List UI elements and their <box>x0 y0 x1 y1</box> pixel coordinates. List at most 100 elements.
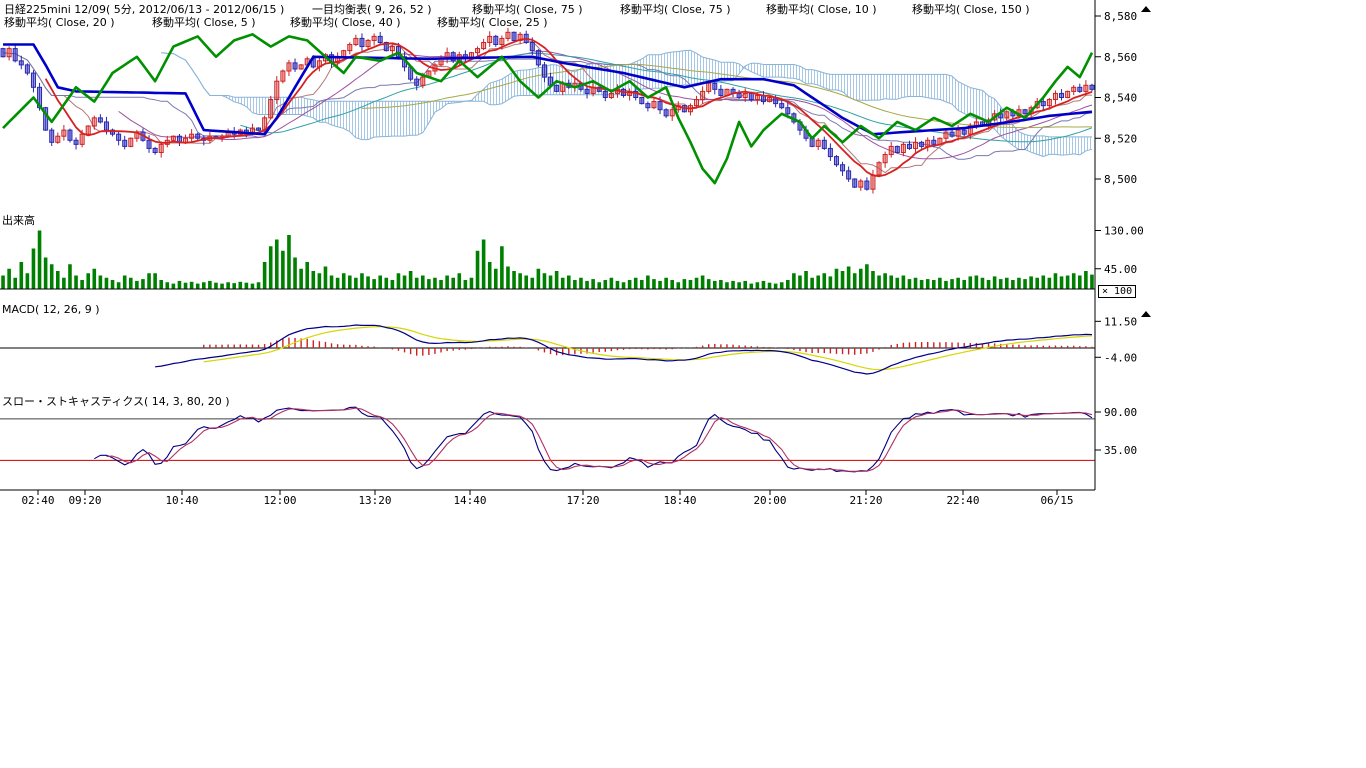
candle-body <box>914 142 918 148</box>
candle-body <box>7 49 11 57</box>
volume-bar <box>749 284 753 289</box>
ma-red-line <box>46 39 1092 176</box>
time-axis-label: 10:40 <box>165 494 198 507</box>
candle-body <box>847 171 851 179</box>
time-axis-label: 17:20 <box>566 494 599 507</box>
candle-body <box>56 136 60 142</box>
axis-scroll-up-icon[interactable] <box>1141 311 1151 317</box>
time-axis-label: 18:40 <box>663 494 696 507</box>
volume-bar <box>372 279 376 289</box>
volume-bar <box>360 273 364 289</box>
volume-bar <box>579 278 583 289</box>
volume-bar <box>354 278 358 289</box>
volume-bar <box>1 276 5 290</box>
volume-bar <box>172 284 176 289</box>
volume-bar <box>445 276 449 290</box>
chart-canvas[interactable]: 8,5808,5608,5408,5208,500130.0045.0011.5… <box>0 0 1366 768</box>
volume-bar <box>1078 276 1082 290</box>
volume-bar <box>883 273 887 289</box>
volume-bar <box>640 280 644 289</box>
volume-bar <box>68 264 72 289</box>
volume-bar <box>397 273 401 289</box>
volume-bar <box>1035 278 1039 289</box>
volume-bar <box>80 280 84 289</box>
volume-axis-label: 45.00 <box>1104 263 1137 276</box>
candle-body <box>707 83 711 91</box>
volume-bar <box>439 280 443 289</box>
volume-bar <box>305 262 309 289</box>
volume-bar <box>56 271 60 289</box>
candle-body <box>68 130 72 140</box>
volume-bar <box>464 280 468 289</box>
volume-bar <box>944 281 948 289</box>
candle-body <box>50 130 54 142</box>
price-axis-label: 8,540 <box>1104 92 1137 105</box>
volume-panel <box>0 231 1095 290</box>
volume-bar <box>105 278 109 289</box>
volume-bar <box>573 280 577 289</box>
candle-body <box>828 148 832 156</box>
volume-bar <box>762 281 766 289</box>
candle-body <box>153 148 157 152</box>
volume-bar <box>597 282 601 289</box>
volume-bar <box>975 276 979 290</box>
volume-bar <box>981 278 985 289</box>
candle-body <box>184 138 188 142</box>
candle-body <box>1041 102 1045 106</box>
candle-body <box>865 181 869 189</box>
volume-bar <box>920 280 924 289</box>
volume-bar <box>275 240 279 290</box>
volume-bar <box>123 276 127 290</box>
candle-body <box>555 85 559 91</box>
volume-bar <box>585 281 589 289</box>
volume-bar <box>512 271 516 289</box>
candle-body <box>822 140 826 148</box>
volume-bar <box>701 276 705 290</box>
volume-bar <box>804 271 808 289</box>
candle-body <box>719 89 723 95</box>
volume-bar <box>1060 276 1064 289</box>
candle-body <box>737 93 741 97</box>
candle-body <box>1053 93 1057 99</box>
candle-body <box>1023 110 1027 114</box>
candle-body <box>104 122 108 130</box>
axis-scroll-up-icon[interactable] <box>1141 6 1151 12</box>
volume-bar <box>792 273 796 289</box>
volume-bar <box>968 276 972 289</box>
volume-bar <box>713 281 717 289</box>
volume-panel-label: 出来高 <box>2 212 35 228</box>
stochastics-panel <box>0 407 1095 472</box>
candle-body <box>98 118 102 122</box>
candle-body <box>749 93 753 99</box>
candle-body <box>853 179 857 187</box>
volume-bar <box>743 281 747 289</box>
candle-body <box>360 38 364 46</box>
volume-bar <box>1023 279 1027 289</box>
candle-body <box>1078 87 1082 91</box>
candle-body <box>1005 112 1009 118</box>
volume-bar <box>877 276 881 290</box>
volume-bar <box>238 282 242 289</box>
volume-bar <box>488 262 492 289</box>
volume-bar <box>786 280 790 289</box>
candle-body <box>476 49 480 53</box>
volume-bar <box>287 235 291 289</box>
volume-bar <box>19 262 23 289</box>
volume-bar <box>281 251 285 289</box>
volume-bar <box>482 240 486 290</box>
volume-bar <box>506 267 510 290</box>
candle-body <box>768 98 772 102</box>
volume-bar <box>908 279 912 289</box>
volume-bar <box>391 280 395 289</box>
candle-body <box>1072 87 1076 91</box>
volume-bar <box>311 271 315 289</box>
volume-bar <box>1090 275 1094 289</box>
candle-body <box>86 126 90 134</box>
volume-bar <box>159 280 163 289</box>
volume-bar <box>165 282 169 289</box>
volume-bar <box>610 278 614 289</box>
volume-bar <box>117 282 121 289</box>
volume-bar <box>92 269 96 289</box>
candle-body <box>743 93 747 97</box>
volume-bar <box>415 278 419 289</box>
